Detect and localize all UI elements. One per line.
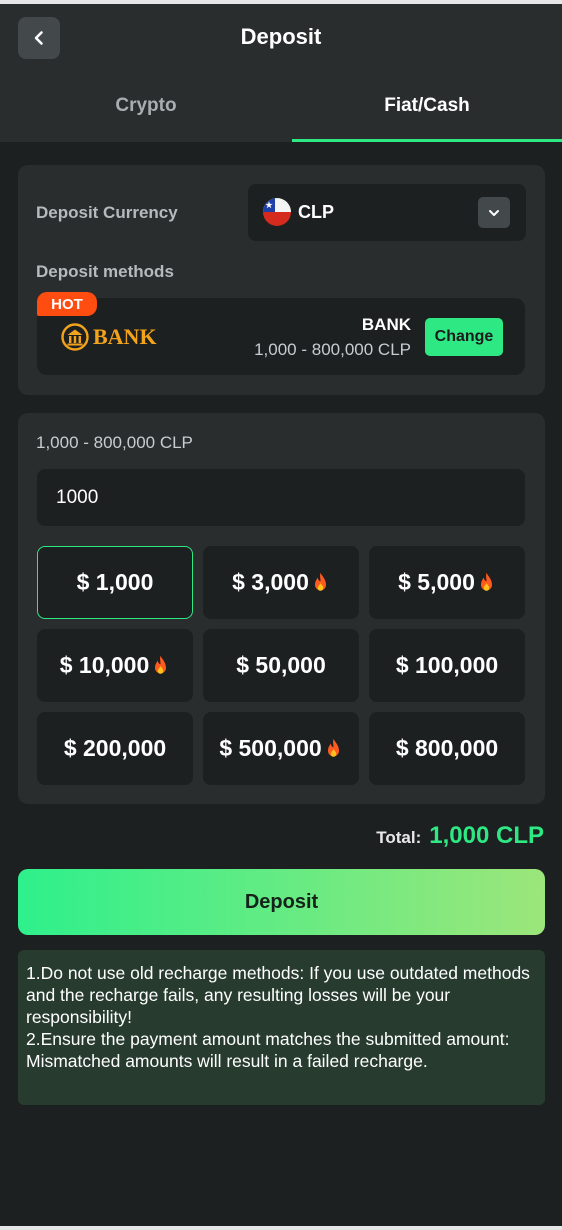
amount-option-50000[interactable]: $ 50,000 bbox=[203, 629, 359, 702]
amount-option-10000[interactable]: $ 10,000 bbox=[37, 629, 193, 702]
notice-line-1: 1.Do not use old recharge methods: If yo… bbox=[26, 963, 530, 1027]
amount-option-100000[interactable]: $ 100,000 bbox=[369, 629, 525, 702]
fire-icon bbox=[314, 572, 326, 591]
amount-range-label: 1,000 - 800,000 CLP bbox=[36, 433, 193, 452]
amount-label: $ 50,000 bbox=[236, 652, 326, 678]
total-row: Total: 1,000 CLP bbox=[376, 822, 544, 850]
notice-line-2: 2.Ensure the payment amount matches the … bbox=[26, 1029, 510, 1071]
tab-crypto[interactable]: Crypto bbox=[0, 70, 292, 142]
bottom-edge bbox=[0, 1226, 562, 1230]
deposit-notice: 1.Do not use old recharge methods: If yo… bbox=[18, 950, 545, 1105]
method-range: 1,000 - 800,000 CLP bbox=[254, 340, 411, 359]
chile-flag-icon bbox=[263, 198, 291, 226]
tab-fiat-cash[interactable]: Fiat/Cash bbox=[292, 70, 562, 142]
amount-option-5000[interactable]: $ 5,000 bbox=[369, 546, 525, 619]
amount-label: $ 1,000 bbox=[76, 569, 154, 595]
fire-icon bbox=[480, 572, 492, 591]
total-value: 1,000 CLP bbox=[429, 822, 544, 849]
amount-option-3000[interactable]: $ 3,000 bbox=[203, 546, 359, 619]
amount-label: $ 800,000 bbox=[395, 735, 499, 761]
amount-label: $ 10,000 bbox=[59, 652, 150, 678]
amount-option-200000[interactable]: $ 200,000 bbox=[37, 712, 193, 785]
currency-select[interactable]: CLP bbox=[248, 184, 526, 241]
amount-card: 1,000 - 800,000 CLP $ 1,000 $ 3,000 $ 5,… bbox=[18, 413, 545, 804]
amount-input[interactable] bbox=[37, 469, 525, 526]
amount-label: $ 5,000 bbox=[398, 569, 475, 595]
currency-dropdown-button[interactable] bbox=[478, 197, 510, 228]
tab-bar: Crypto Fiat/Cash bbox=[0, 70, 562, 142]
fire-icon bbox=[327, 738, 339, 757]
hot-badge: HOT bbox=[37, 292, 97, 316]
amount-option-1000[interactable]: $ 1,000 bbox=[37, 546, 193, 619]
amount-option-800000[interactable]: $ 800,000 bbox=[369, 712, 525, 785]
amount-label: $ 500,000 bbox=[219, 735, 322, 761]
currency-code: CLP bbox=[298, 202, 334, 222]
deposit-method-item[interactable]: BANK BANK 1,000 - 800,000 CLP Change bbox=[37, 298, 525, 375]
amount-option-500000[interactable]: $ 500,000 bbox=[203, 712, 359, 785]
bank-logo: BANK bbox=[60, 322, 157, 352]
deposit-currency-label: Deposit Currency bbox=[36, 203, 178, 222]
change-method-button[interactable]: Change bbox=[425, 318, 503, 356]
method-name: BANK bbox=[361, 315, 411, 334]
deposit-methods-label: Deposit methods bbox=[36, 262, 174, 281]
chevron-down-icon bbox=[489, 209, 499, 216]
amount-label: $ 200,000 bbox=[63, 735, 167, 761]
total-label: Total: bbox=[376, 828, 422, 847]
currency-method-card: Deposit Currency CLP Deposit methods BAN… bbox=[18, 165, 545, 395]
bank-logo-text: BANK bbox=[93, 324, 157, 349]
deposit-button[interactable]: Deposit bbox=[18, 869, 545, 935]
page-title: Deposit bbox=[240, 24, 322, 49]
amount-label: $ 100,000 bbox=[395, 652, 499, 678]
bank-building-icon bbox=[61, 323, 89, 351]
app-header: Deposit bbox=[0, 4, 562, 70]
amount-options-grid: $ 1,000 $ 3,000 $ 5,000 $ 10,000 $ 50,00… bbox=[37, 546, 527, 785]
amount-label: $ 3,000 bbox=[232, 569, 309, 595]
fire-icon bbox=[155, 655, 167, 674]
